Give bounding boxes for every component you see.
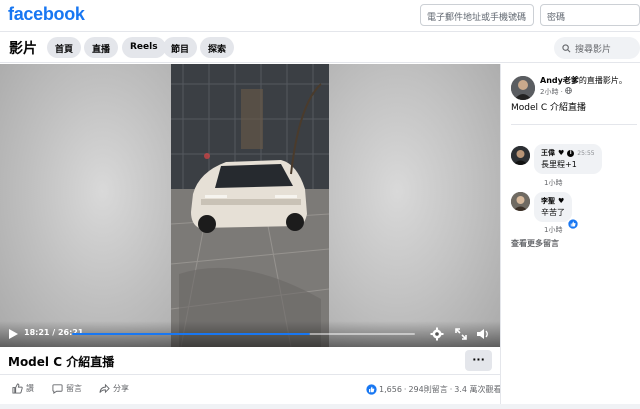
bottom-strip: [0, 404, 640, 409]
comment-time: 1小時: [544, 179, 563, 187]
progress-bar[interactable]: [72, 333, 415, 335]
comment-header: 王偉 ♥ i 25:55: [541, 148, 595, 158]
tab-reels[interactable]: Reels: [122, 37, 166, 58]
like-reaction-icon: [366, 384, 377, 395]
video-title-row: Model C 介紹直播 ···: [0, 347, 500, 373]
video-blur-right: [329, 64, 500, 347]
commenter-avatar-image: [511, 146, 530, 165]
commenter-name[interactable]: 王偉: [541, 148, 555, 158]
password-field[interactable]: 密碼: [540, 4, 640, 26]
comment-text: 長里程+1: [541, 160, 577, 169]
poster-time: 2小時 ·: [540, 87, 573, 97]
comment-icon: [52, 384, 63, 394]
info-icon: i: [567, 149, 575, 157]
video-subnav: 影片 首頁 直播 Reels 節目 探索 搜尋影片: [0, 33, 640, 63]
search-input[interactable]: 搜尋影片: [554, 37, 640, 59]
poster-avatar-image: [511, 76, 535, 100]
volume-icon[interactable]: [476, 327, 490, 341]
email-field[interactable]: 電子郵件地址或手機號碼: [420, 4, 534, 26]
video-player[interactable]: 18:21 / 26:21: [0, 64, 500, 347]
gear-icon[interactable]: [430, 327, 444, 341]
stats-separator: ·: [403, 385, 407, 394]
page-title: 影片: [9, 41, 37, 57]
action-row: 讚 留言 分享 1,656 · 294則留言 · 3.4 萬次觀看: [0, 374, 502, 404]
search-icon: [562, 43, 571, 52]
search-placeholder: 搜尋影片: [575, 44, 612, 55]
comment-button[interactable]: 留言: [52, 383, 82, 394]
thumbs-up-icon: [12, 383, 23, 394]
engagement-stats: 1,656 · 294則留言 · 3.4 萬次觀看: [366, 384, 502, 395]
tab-explore[interactable]: 探索: [200, 37, 235, 58]
tab-live[interactable]: 直播: [84, 37, 119, 58]
tab-home[interactable]: 首頁: [47, 37, 82, 58]
heart-icon: ♥: [558, 197, 565, 205]
tab-shows[interactable]: 節目: [163, 37, 198, 58]
comment-bubble: 王偉 ♥ i 25:55 長里程+1: [534, 144, 602, 174]
divider: [511, 124, 637, 125]
reaction-count[interactable]: 1,656: [379, 385, 402, 394]
heart-icon: ♥: [558, 149, 565, 157]
comment-label: 留言: [66, 384, 82, 393]
more-options-button[interactable]: ···: [465, 350, 492, 371]
stats-separator: ·: [449, 385, 453, 394]
share-button[interactable]: 分享: [99, 383, 129, 394]
facebook-logo[interactable]: facebook: [8, 4, 85, 25]
video-frame[interactable]: [171, 64, 329, 347]
view-count: 3.4 萬次觀看: [454, 385, 502, 394]
comment-header: 李聖 ♥: [541, 196, 565, 206]
poster-suffix: 的直播影片。: [578, 76, 627, 85]
commenter-avatar-image: [511, 192, 530, 211]
like-reaction-icon: [568, 219, 578, 229]
poster-name[interactable]: Andy老爹: [540, 76, 579, 85]
car-scene-image: [171, 64, 329, 347]
poster-time-text: 2小時 ·: [540, 88, 563, 96]
comments-sidebar: Andy老爹的直播影片。 2小時 · Model C 介紹直播 王偉 ♥ i 2…: [500, 64, 640, 409]
view-more-comments-link[interactable]: 查看更多留言: [511, 238, 559, 249]
commenter-avatar[interactable]: [511, 146, 530, 165]
fullscreen-icon[interactable]: [454, 327, 468, 341]
comment-time: 1小時: [544, 226, 563, 234]
progress-fill: [72, 333, 311, 335]
video-title: Model C 介紹直播: [8, 355, 115, 369]
top-bar: facebook 電子郵件地址或手機號碼 密碼: [0, 0, 640, 32]
globe-icon: [565, 87, 573, 94]
player-controls: 18:21 / 26:21: [0, 321, 500, 347]
comments-count[interactable]: 294則留言: [408, 384, 447, 395]
comment-timestamp[interactable]: 25:55: [577, 150, 594, 157]
comment-text: 辛苦了: [541, 208, 565, 217]
commenter-name[interactable]: 李聖: [541, 196, 555, 206]
like-label: 讚: [26, 384, 34, 393]
share-icon: [99, 383, 110, 394]
commenter-avatar[interactable]: [511, 192, 530, 211]
play-icon[interactable]: [7, 328, 19, 340]
video-blur-left: [0, 64, 171, 347]
comment-bubble: 李聖 ♥ 辛苦了: [534, 192, 572, 222]
poster-avatar[interactable]: [511, 76, 535, 100]
post-text: Model C 介紹直播: [511, 103, 587, 113]
poster-name-line: Andy老爹的直播影片。: [540, 75, 627, 86]
share-label: 分享: [113, 384, 129, 393]
like-button[interactable]: 讚: [12, 383, 34, 394]
